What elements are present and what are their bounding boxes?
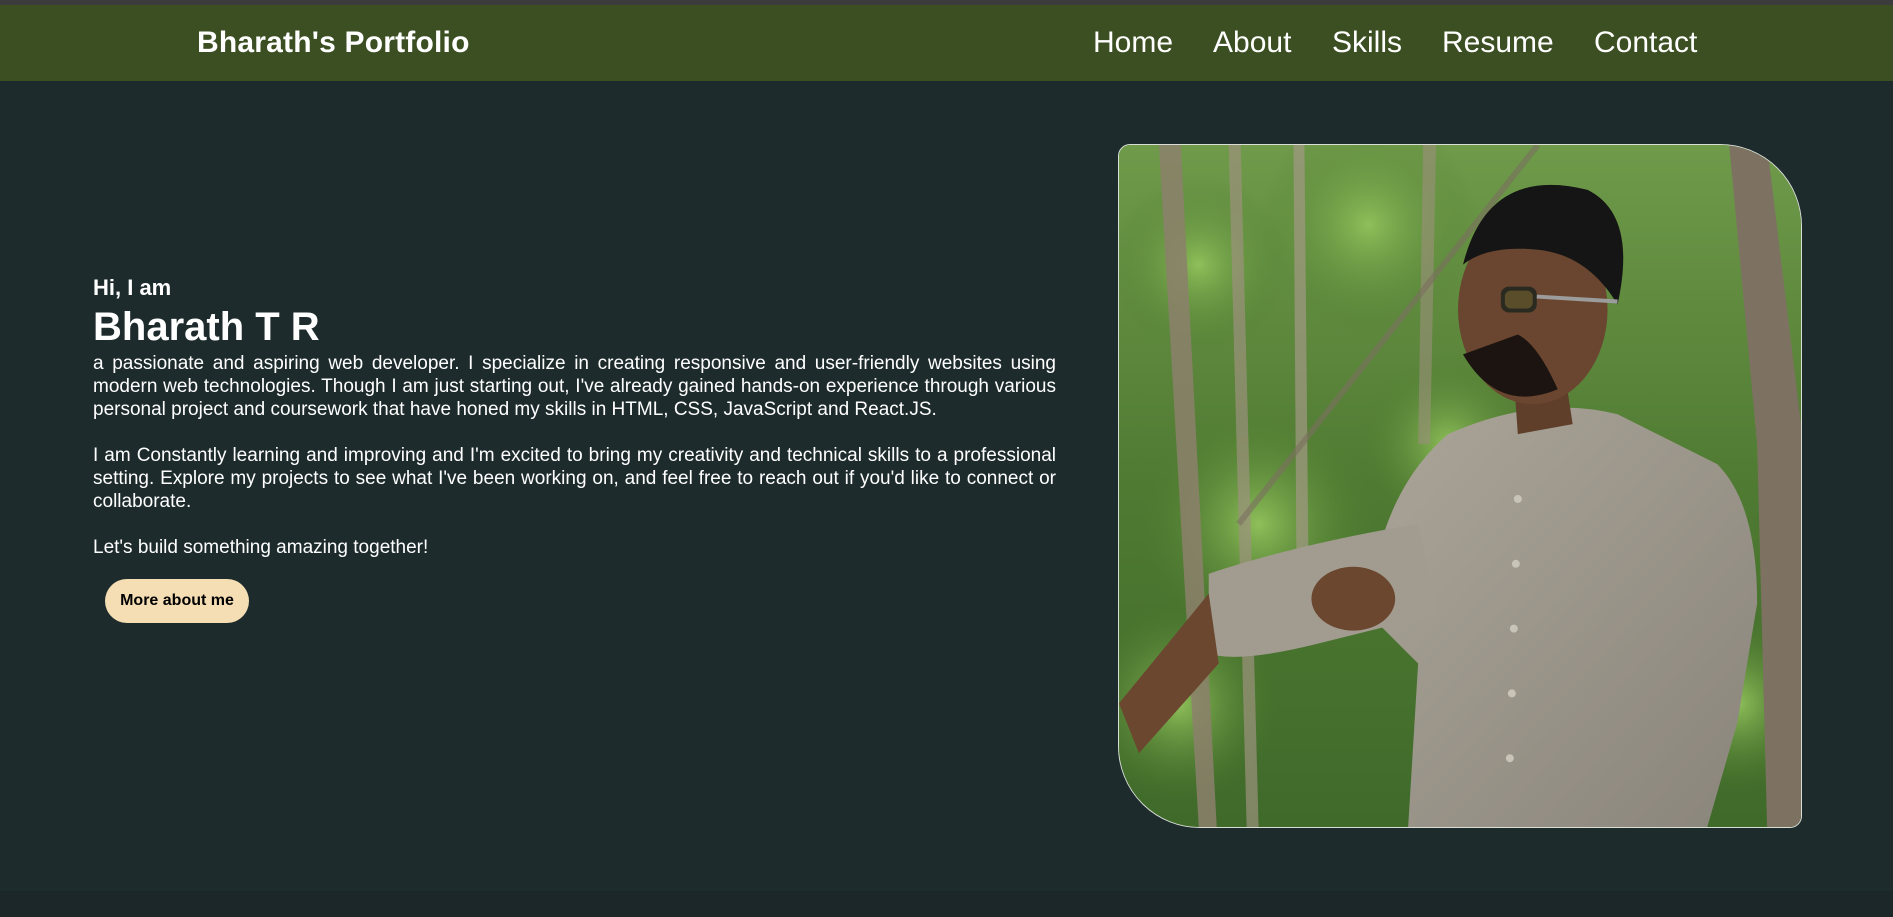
- bio-text: a passionate and aspiring web developer.…: [93, 352, 1056, 513]
- nav-link-home[interactable]: Home: [1093, 26, 1173, 60]
- more-about-me-button[interactable]: More about me: [105, 579, 249, 623]
- nav-link-about[interactable]: About: [1213, 26, 1291, 60]
- nav-link-contact[interactable]: Contact: [1594, 26, 1697, 60]
- nav-link-skills[interactable]: Skills: [1332, 26, 1402, 60]
- brand-title[interactable]: Bharath's Portfolio: [197, 26, 470, 60]
- closing-line: Let's build something amazing together!: [93, 537, 429, 558]
- nav-link-resume[interactable]: Resume: [1442, 26, 1554, 60]
- navbar: Bharath's Portfolio Home About Skills Re…: [0, 5, 1893, 81]
- greeting-text: Hi, I am: [93, 275, 172, 300]
- hero-section: Hi, I am Bharath T R a passionate and as…: [0, 81, 1893, 891]
- bio-paragraph: a passionate and aspiring web developer.…: [93, 353, 1056, 420]
- footer-strip: [0, 891, 1893, 917]
- hero-name: Bharath T R: [93, 305, 320, 349]
- bio-spacer: [93, 421, 1056, 444]
- profile-photo: [1118, 144, 1802, 828]
- bio-paragraph: I am Constantly learning and improving a…: [93, 445, 1056, 512]
